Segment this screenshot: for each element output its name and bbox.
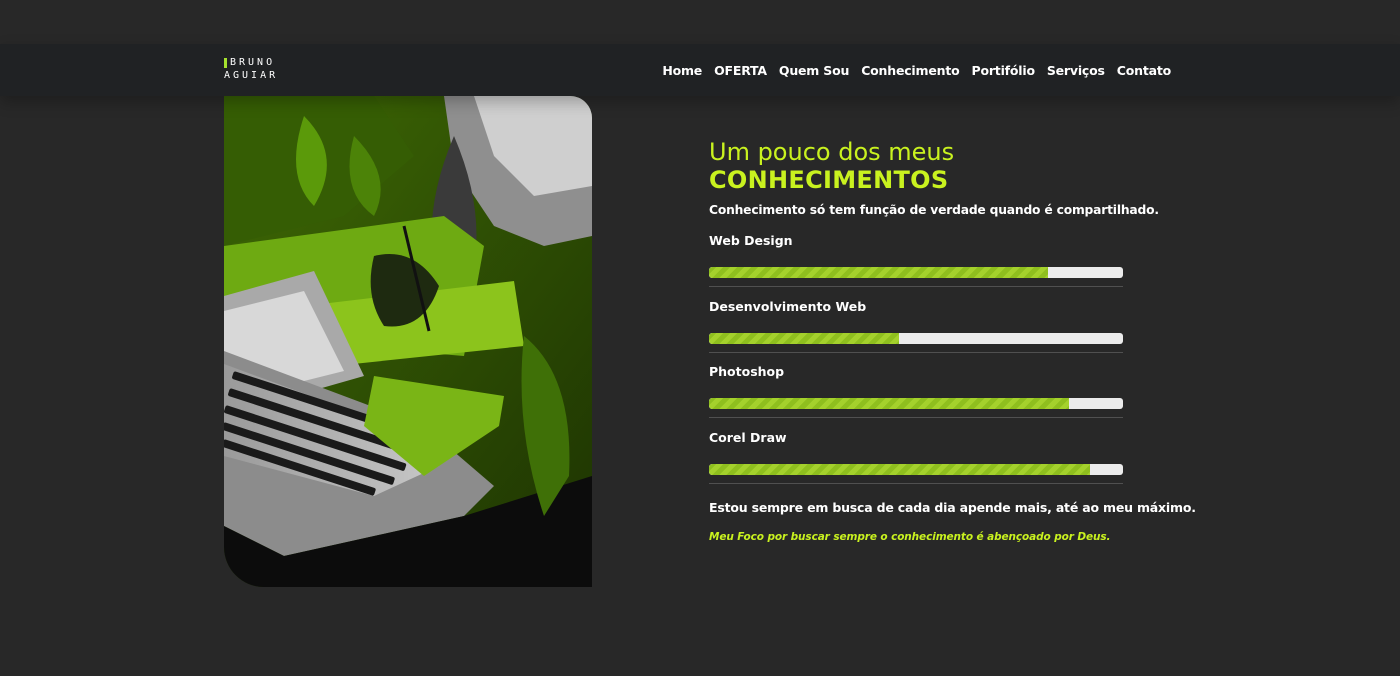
skill-item: Corel Draw — [709, 414, 1124, 484]
skill-progress-fill — [709, 463, 1090, 475]
closing-text: Estou sempre em busca de cada dia apende… — [709, 500, 1196, 515]
skill-item: Photoshop — [709, 348, 1124, 418]
nav-link-portifolio[interactable]: Portifólio — [971, 63, 1035, 78]
workspace-photo — [224, 96, 592, 587]
knowledge-section: Um pouco dos meus CONHECIMENTOS Conhecim… — [709, 138, 1196, 543]
section-title-line-1: Um pouco dos meus — [709, 138, 955, 166]
section-title-line-2: CONHECIMENTOS — [709, 166, 949, 194]
skill-progress-track — [709, 267, 1123, 278]
logo-line-2: AGUIAR — [224, 70, 279, 81]
skills-list: Web Design Desenvolvimento Web Photoshop Co… — [709, 217, 1124, 484]
skill-label: Corel Draw — [709, 429, 787, 445]
skill-progress-fill — [709, 398, 1070, 409]
top-band — [0, 0, 1400, 44]
brand-logo[interactable]: BRUNO AGUIAR — [224, 57, 284, 85]
skill-label: Photoshop — [709, 364, 785, 379]
skill-progress-track — [709, 332, 1123, 344]
skill-item: Web Design — [709, 217, 1124, 287]
nav-link-conhecimento[interactable]: Conhecimento — [861, 63, 959, 78]
nav-link-contato[interactable]: Contato — [1117, 63, 1171, 78]
navbar: BRUNO AGUIAR Home OFERTA Quem Sou Conhec… — [0, 44, 1400, 96]
skill-progress-track — [709, 398, 1123, 409]
logo-accent-bar — [224, 58, 227, 68]
laptop-notebook-illustration — [224, 96, 592, 587]
nav-link-home[interactable]: Home — [662, 63, 702, 78]
logo-line-1: BRUNO — [230, 57, 276, 68]
nav-link-quem-sou[interactable]: Quem Sou — [779, 63, 849, 78]
skill-divider — [709, 482, 1123, 484]
skill-progress-fill — [709, 332, 900, 344]
section-subtitle: Conhecimento só tem função de verdade qu… — [709, 203, 1159, 217]
skill-item: Desenvolvimento Web — [709, 283, 1124, 353]
main-nav: Home OFERTA Quem Sou Conhecimento Portif… — [662, 44, 1171, 96]
faith-quote: Meu Foco por buscar sempre o conheciment… — [709, 531, 1111, 543]
skill-label: Desenvolvimento Web — [709, 298, 867, 314]
skill-progress-fill — [709, 267, 1049, 278]
skill-progress-track — [709, 463, 1123, 475]
nav-link-servicos[interactable]: Serviços — [1047, 63, 1105, 78]
skill-label: Web Design — [709, 233, 793, 248]
nav-link-oferta[interactable]: OFERTA — [714, 63, 767, 78]
